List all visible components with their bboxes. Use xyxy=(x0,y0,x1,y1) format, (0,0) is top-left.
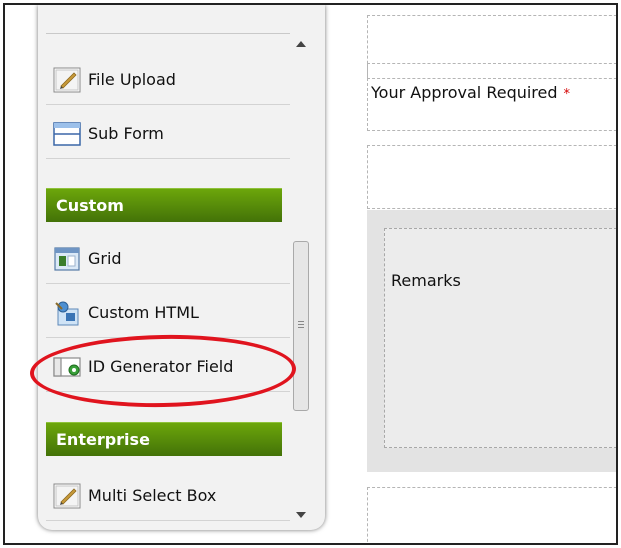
screenshot-frame: Your Approval Required * Remarks File Upl… xyxy=(3,3,618,545)
custom-html-icon xyxy=(55,301,79,325)
remarks-section[interactable]: Remarks xyxy=(367,210,616,472)
palette-item-multi-select[interactable]: Multi Select Box xyxy=(46,471,290,521)
thumb-grip xyxy=(298,324,304,325)
remarks-label: Remarks xyxy=(391,271,461,290)
scroll-up-arrow-icon[interactable] xyxy=(290,35,312,51)
form-section-empty[interactable] xyxy=(367,145,616,209)
scroll-thumb[interactable] xyxy=(293,241,309,411)
palette-item-grid[interactable]: Grid xyxy=(46,234,290,284)
multi-select-icon xyxy=(53,483,81,508)
approval-label-text: Your Approval Required xyxy=(371,83,558,102)
required-marker: * xyxy=(563,87,571,102)
scroll-down-arrow-icon[interactable] xyxy=(290,507,312,523)
palette-scrollbar[interactable] xyxy=(290,33,312,523)
category-custom[interactable]: Custom xyxy=(46,188,282,222)
field-palette: File Upload Sub Form Custom Grid Custom … xyxy=(38,5,325,530)
category-enterprise[interactable]: Enterprise xyxy=(46,422,282,456)
palette-item-label: Multi Select Box xyxy=(88,486,217,505)
palette-item-label: File Upload xyxy=(88,70,176,89)
sub-form-icon xyxy=(53,121,81,146)
remarks-field[interactable]: Remarks xyxy=(384,228,616,448)
thumb-grip xyxy=(298,327,304,328)
palette-item-custom-html[interactable]: Custom HTML xyxy=(46,288,290,338)
file-upload-icon xyxy=(53,67,81,92)
approval-field-label: Your Approval Required * xyxy=(371,83,570,102)
grid-icon xyxy=(54,246,80,271)
form-section-bottom[interactable] xyxy=(367,487,616,543)
palette-item-label: Custom HTML xyxy=(88,303,199,322)
palette-item-sub-form[interactable]: Sub Form xyxy=(46,109,290,159)
palette-item-file-upload[interactable]: File Upload xyxy=(46,55,290,105)
thumb-grip xyxy=(298,321,304,322)
palette-item-label: Sub Form xyxy=(88,124,164,143)
palette-item-label: Grid xyxy=(88,249,122,268)
palette-item-partial[interactable] xyxy=(46,5,290,34)
